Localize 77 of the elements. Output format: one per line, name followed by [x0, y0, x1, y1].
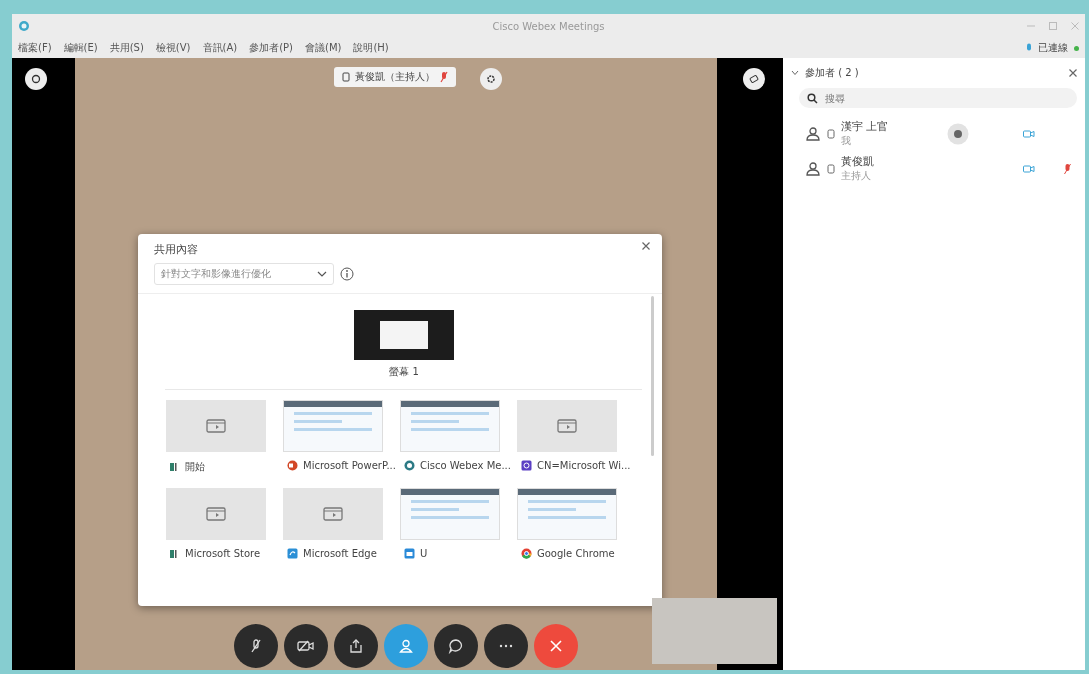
- menu-item[interactable]: 檔案(F): [18, 41, 52, 55]
- app-screenshot[interactable]: [400, 488, 500, 540]
- circle-icon: [31, 74, 41, 84]
- person-icon: [805, 125, 821, 142]
- window-icon: [206, 419, 226, 433]
- webex-logo-icon: [18, 20, 30, 32]
- dialog-title: 共用內容: [154, 242, 198, 257]
- person-icon: [805, 160, 821, 177]
- window-icon: [557, 419, 577, 433]
- window-title: Cisco Webex Meetings: [492, 20, 605, 32]
- windows-icon: [170, 548, 180, 559]
- speaker-name: 黃俊凱（主持人）: [355, 70, 435, 84]
- chrome-icon: [521, 548, 532, 559]
- microphone-icon: [1026, 43, 1032, 53]
- folder-icon: [404, 548, 415, 559]
- menu-item[interactable]: 說明(H): [353, 41, 389, 55]
- menu-item[interactable]: 會議(M): [305, 41, 342, 55]
- app-thumbnail[interactable]: [166, 400, 266, 452]
- app-thumbnail[interactable]: [166, 488, 266, 540]
- window-icon: [323, 507, 343, 521]
- participant-row[interactable]: 黃俊凱 主持人: [791, 151, 1077, 186]
- screen-thumbnail[interactable]: [354, 310, 454, 360]
- muted-microphone-icon: [249, 638, 263, 654]
- windows-icon: [170, 462, 180, 472]
- menu-item[interactable]: 音訊(A): [202, 41, 238, 55]
- app-label: CN=Microsoft Wi...: [537, 460, 631, 471]
- person-icon: [398, 638, 414, 654]
- app-screenshot[interactable]: [283, 400, 383, 452]
- close-icon[interactable]: [642, 242, 650, 250]
- share-icon: [348, 638, 364, 654]
- close-icon: [549, 639, 563, 653]
- chevron-down-icon: [317, 271, 327, 277]
- menu-item[interactable]: 檢視(V): [155, 41, 191, 55]
- device-icon: [827, 128, 835, 139]
- close-icon[interactable]: [1069, 69, 1077, 77]
- app-label: Microsoft PowerP...: [303, 460, 396, 471]
- edge-icon: [287, 548, 298, 559]
- more-icon: [498, 644, 514, 648]
- collapse-icon[interactable]: [791, 70, 799, 76]
- app-screenshot[interactable]: [517, 488, 617, 540]
- app-thumbnail[interactable]: [283, 488, 383, 540]
- app-label: Google Chrome: [537, 548, 615, 559]
- participant-role: 我: [841, 134, 852, 148]
- pip-button[interactable]: [743, 68, 765, 90]
- optimize-dropdown[interactable]: 針對文字和影像進行優化: [154, 263, 334, 285]
- participant-name: 黃俊凱: [841, 154, 875, 169]
- camera-icon: [1023, 129, 1035, 138]
- menu-item[interactable]: 編輯(E): [63, 41, 98, 55]
- screen-label: 螢幕 1: [389, 365, 419, 379]
- powerpoint-icon: [287, 460, 298, 471]
- scrollbar[interactable]: [651, 296, 654, 456]
- app-label: Microsoft Edge: [303, 548, 377, 559]
- participant-role: 主持人: [841, 169, 872, 183]
- participant-row[interactable]: 漢宇 上官 我: [791, 116, 1077, 151]
- app-label: 開始: [185, 460, 205, 474]
- menu-item[interactable]: 共用(S): [109, 41, 144, 55]
- app-icon: [521, 460, 532, 471]
- camera-icon: [1023, 164, 1035, 173]
- search-field[interactable]: 搜尋: [799, 88, 1077, 108]
- panel-title: 參加者 ( 2 ): [805, 66, 859, 80]
- device-icon: [342, 72, 350, 82]
- info-icon[interactable]: [340, 267, 354, 281]
- app-label: Cisco Webex Me...: [420, 460, 511, 471]
- app-screenshot[interactable]: [400, 400, 500, 452]
- app-label: U: [420, 548, 428, 559]
- chat-bubble-icon: [448, 638, 464, 654]
- connection-status: 已連線: [1038, 41, 1068, 55]
- menu-item[interactable]: 參加者(P): [249, 41, 293, 55]
- window-icon: [206, 507, 226, 521]
- webex-icon: [404, 460, 415, 471]
- layout-button[interactable]: [25, 68, 47, 90]
- camera-off-icon: [297, 639, 315, 653]
- participant-name: 漢宇 上官: [841, 119, 890, 134]
- app-thumbnail[interactable]: [517, 400, 617, 452]
- device-icon: [827, 163, 835, 174]
- settings-icon: [486, 74, 496, 84]
- app-label: Microsoft Store: [185, 548, 261, 559]
